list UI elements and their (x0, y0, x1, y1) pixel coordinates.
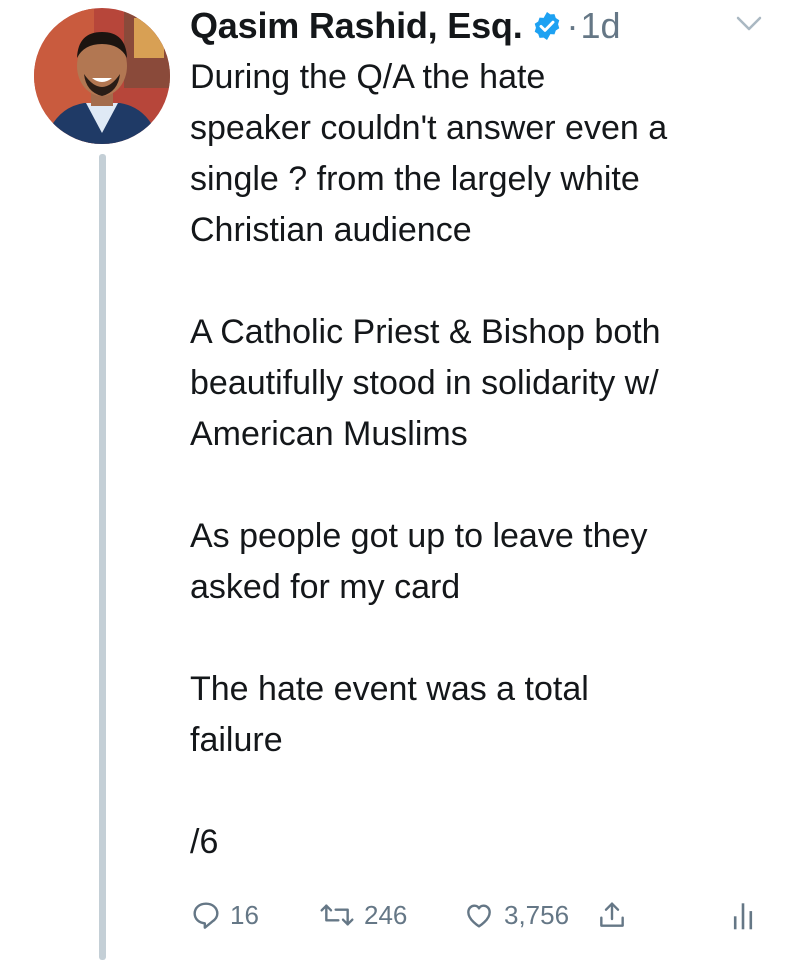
tweet-paragraph: During the Q/A the hate speaker couldn't… (190, 58, 668, 249)
retweet-count: 246 (364, 899, 408, 930)
avatar[interactable] (34, 8, 170, 144)
analytics-button[interactable] (730, 894, 756, 936)
reply-button[interactable]: 16 (190, 894, 259, 936)
verified-badge-icon (531, 10, 563, 42)
like-count: 3,756 (504, 899, 570, 930)
tweet-text: During the Q/A the hate speaker couldn't… (190, 52, 780, 868)
analytics-icon (730, 898, 756, 932)
reply-count: 16 (230, 899, 259, 930)
retweet-icon (318, 899, 356, 931)
share-button[interactable] (596, 894, 628, 936)
share-icon (596, 898, 628, 932)
tweet-paragraph: /6 (190, 823, 219, 861)
tweet-header: Qasim Rashid, Esq. · 1d (190, 0, 621, 52)
tweet-paragraph: The hate event was a total failure (190, 670, 589, 759)
thread-connector-line (99, 154, 106, 960)
tweet-paragraph: A Catholic Priest & Bishop both beautifu… (190, 313, 661, 453)
tweet-action-bar: 16 246 3,756 (190, 894, 770, 936)
separator-dot: · (566, 5, 579, 46)
like-icon (462, 899, 496, 931)
tweet-paragraph: As people got up to leave they asked for… (190, 517, 648, 606)
retweet-button[interactable]: 246 (318, 894, 407, 936)
author-display-name[interactable]: Qasim Rashid, Esq. (190, 5, 523, 47)
tweet-timestamp[interactable]: 1d (581, 5, 621, 47)
like-button[interactable]: 3,756 (462, 894, 569, 936)
chevron-down-icon[interactable] (734, 12, 764, 36)
reply-icon (190, 899, 222, 931)
